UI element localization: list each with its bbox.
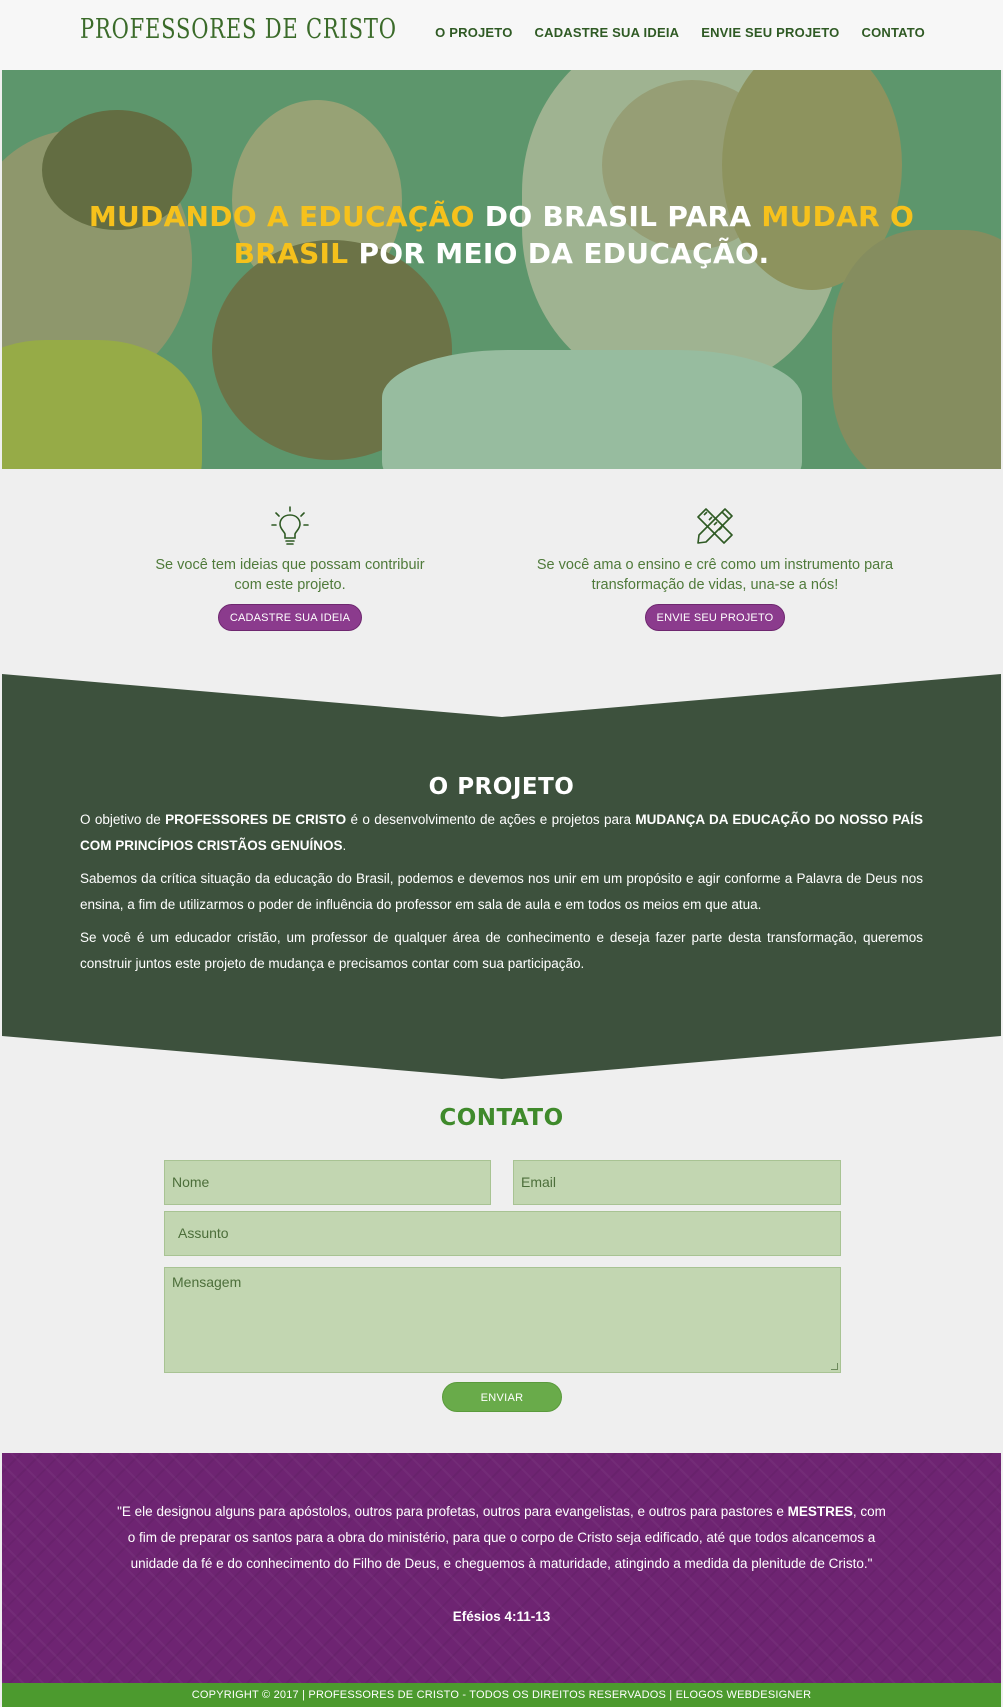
project-p1-text-a: O objetivo de <box>80 812 166 827</box>
lightbulb-icon <box>271 506 309 545</box>
nav-item-envie-seu-projeto[interactable]: ENVIE SEU PROJETO <box>701 25 839 40</box>
quote-reference: Efésios 4:11-13 <box>452 1609 551 1624</box>
hero-title-text-2: POR MEIO DA EDUCAÇÃO. <box>348 237 770 270</box>
project-paragraph-3: Se você é um educador cristão, um profes… <box>80 930 923 971</box>
quote-text-bold: MESTRES <box>787 1504 853 1519</box>
copyright-text: COPYRIGHT © 2017 | PROFESSORES DE CRISTO… <box>191 1689 812 1701</box>
nav-item-o-projeto[interactable]: O PROJETO <box>435 25 512 40</box>
contact-title: CONTATO <box>439 1105 564 1131</box>
bible-quote: "E ele designou alguns para apóstolos, o… <box>112 1499 891 1577</box>
send-button[interactable]: ENVIAR <box>442 1382 562 1412</box>
feature-idea: Se você tem ideias que possam contribuir… <box>150 505 430 631</box>
resize-handle-icon[interactable] <box>831 1363 838 1370</box>
hero-title-text-1: DO BRASIL PARA <box>474 200 762 233</box>
project-p1-text-c: . <box>342 838 347 853</box>
site-header: PROFESSORES DE CRISTO O PROJETO CADASTRE… <box>0 0 1003 70</box>
contact-section: CONTATO Nome Email Assunto Mensagem ENVI… <box>0 1080 1003 1453</box>
nav-item-contato[interactable]: CONTATO <box>861 25 925 40</box>
hero-banner: MUDANDO A EDUCAÇÃO DO BRASIL PARA MUDAR … <box>2 70 1001 469</box>
project-paragraph-1: O objetivo de PROFESSORES DE CRISTO é o … <box>80 807 923 859</box>
message-placeholder: Mensagem <box>172 1274 242 1290</box>
feature-idea-text: Se você tem ideias que possam contribuir… <box>155 557 425 593</box>
site-footer: COPYRIGHT © 2017 | PROFESSORES DE CRISTO… <box>2 1683 1001 1707</box>
name-input[interactable]: Nome <box>164 1160 491 1205</box>
cadastre-sua-ideia-button[interactable]: CADASTRE SUA IDEIA <box>217 604 363 631</box>
site-logo[interactable]: PROFESSORES DE CRISTO <box>80 14 397 45</box>
quote-text-a: "E ele designou alguns para apóstolos, o… <box>117 1504 788 1519</box>
project-paragraph-2: Sabemos da crítica situação da educação … <box>80 871 923 912</box>
message-textarea[interactable]: Mensagem <box>164 1267 841 1373</box>
feature-project-text: Se você ama o ensino e crê como um instr… <box>536 557 894 593</box>
nav-item-cadastre-sua-ideia[interactable]: CADASTRE SUA IDEIA <box>535 25 680 40</box>
project-text: O objetivo de PROFESSORES DE CRISTO é o … <box>80 807 923 984</box>
main-nav: O PROJETO CADASTRE SUA IDEIA ENVIE SEU P… <box>435 25 925 40</box>
subject-input[interactable]: Assunto <box>164 1211 841 1256</box>
project-p1-text-b: é o desenvolvimento de ações e projetos … <box>346 812 636 827</box>
quote-section: "E ele designou alguns para apóstolos, o… <box>2 1453 1001 1683</box>
hero-title-highlight-1: MUDANDO A EDUCAÇÃO <box>88 200 475 233</box>
feature-project: Se você ama o ensino e crê como um instr… <box>530 505 900 631</box>
pencil-ruler-icon <box>697 508 733 544</box>
project-p1-bold-a: PROFESSORES DE CRISTO <box>165 812 347 827</box>
project-section: O PROJETO O objetivo de PROFESSORES DE C… <box>0 674 1003 1080</box>
features-section: Se você tem ideias que possam contribuir… <box>0 469 1003 674</box>
project-title: O PROJETO <box>428 774 575 800</box>
email-input[interactable]: Email <box>513 1160 841 1205</box>
hero-title: MUDANDO A EDUCAÇÃO DO BRASIL PARA MUDAR … <box>82 198 921 272</box>
envie-seu-projeto-button[interactable]: ENVIE SEU PROJETO <box>644 604 786 631</box>
